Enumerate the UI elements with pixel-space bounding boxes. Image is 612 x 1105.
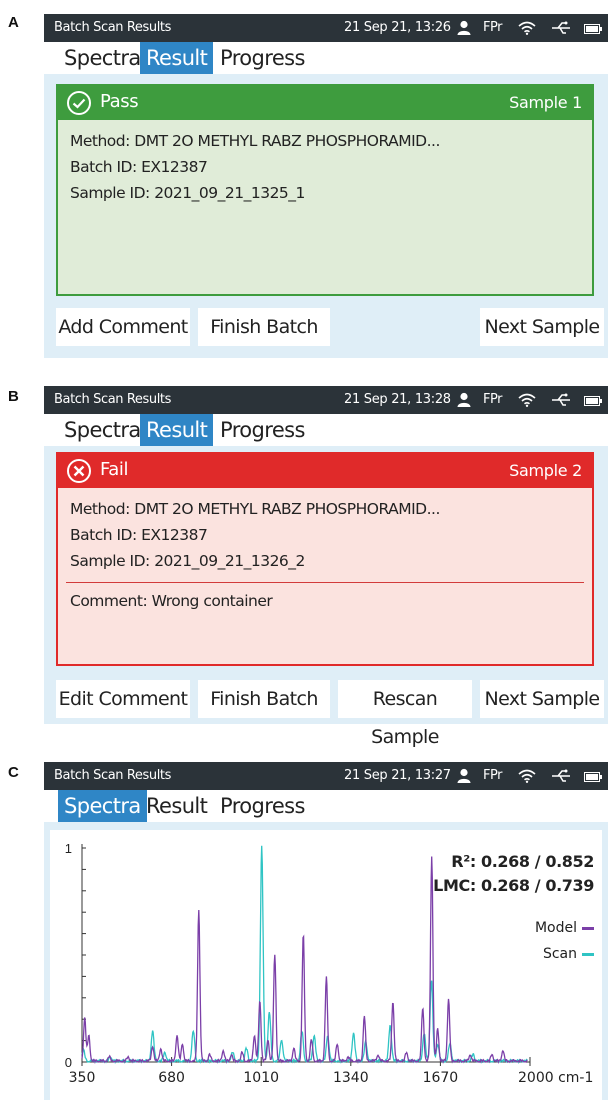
sample-number: Sample 2 <box>509 461 582 480</box>
tab-bar: Spectra Result Progress <box>44 790 608 822</box>
tab-result[interactable]: Result <box>140 414 214 446</box>
tab-bar: Spectra Result Progress <box>44 42 608 74</box>
y-tick-label: 1 <box>65 841 72 856</box>
legend-model-swatch <box>582 926 594 930</box>
user-icon <box>456 768 472 788</box>
tab-result[interactable]: Result <box>140 790 213 822</box>
device-screen-a: Batch Scan Results 21 Sep 21, 13:26 FPr … <box>44 14 608 358</box>
window-title: Batch Scan Results <box>54 768 171 783</box>
sample-number: Sample 1 <box>509 93 582 112</box>
device-screen-c: Batch Scan Results 21 Sep 21, 13:27 FPr … <box>44 762 608 1100</box>
finish-batch-button[interactable]: Finish Batch <box>198 308 330 346</box>
user-icon <box>456 392 472 412</box>
method-line: Method: DMT 2O METHYL RABZ PHOSPHORAMID.… <box>70 132 440 150</box>
tab-spectra[interactable]: Spectra <box>58 790 147 822</box>
add-comment-button[interactable]: Add Comment <box>56 308 190 346</box>
battery-icon <box>584 771 602 786</box>
tab-bar: Spectra Result Progress <box>44 414 608 446</box>
device-screen-b: Batch Scan Results 21 Sep 21, 13:28 FPr … <box>44 386 608 748</box>
user-initials: FPr <box>483 392 502 407</box>
x-tick-label: 1670 <box>423 1070 459 1086</box>
x-tick-label: 1340 <box>333 1070 369 1086</box>
tab-progress[interactable]: Progress <box>214 42 311 74</box>
x-tick-label: 680 <box>158 1070 185 1086</box>
usb-icon <box>551 393 571 411</box>
comment-line: Comment: Wrong container <box>70 592 273 610</box>
tab-spectra[interactable]: Spectra <box>58 414 147 446</box>
comment-divider <box>66 582 584 583</box>
r2-stat: R²: 0.268 / 0.852 <box>451 852 594 871</box>
result-card: Fail Sample 2 Method: DMT 2O METHYL RABZ… <box>56 452 594 666</box>
status-bar: Batch Scan Results 21 Sep 21, 13:26 FPr <box>44 14 608 42</box>
y-tick-label: 0 <box>65 1055 72 1070</box>
legend-scan: Scan <box>543 946 594 962</box>
status-time: 21 Sep 21, 13:28 <box>344 392 451 407</box>
x-tick-label: 350 <box>69 1070 96 1086</box>
x-tick-label: 2000 cm-1 <box>518 1070 593 1086</box>
window-title: Batch Scan Results <box>54 20 171 35</box>
result-status: Fail <box>100 459 129 480</box>
battery-icon <box>584 395 602 410</box>
status-time: 21 Sep 21, 13:26 <box>344 20 451 35</box>
usb-icon <box>551 769 571 787</box>
panel-letter-c: C <box>8 764 19 781</box>
finish-batch-button[interactable]: Finish Batch <box>198 680 330 718</box>
user-initials: FPr <box>483 768 502 783</box>
panel-letter-a: A <box>8 14 19 31</box>
tab-result[interactable]: Result <box>140 42 214 74</box>
status-bar: Batch Scan Results 21 Sep 21, 13:27 FPr <box>44 762 608 790</box>
result-card: Pass Sample 1 Method: DMT 2O METHYL RABZ… <box>56 84 594 296</box>
check-circle-icon <box>66 90 92 121</box>
result-details: Method: DMT 2O METHYL RABZ PHOSPHORAMID.… <box>56 488 594 666</box>
tab-progress[interactable]: Progress <box>214 414 311 446</box>
status-bar: Batch Scan Results 21 Sep 21, 13:28 FPr <box>44 386 608 414</box>
tab-spectra[interactable]: Spectra <box>58 42 147 74</box>
wifi-icon <box>518 769 536 787</box>
batch-id-line: Batch ID: EX12387 <box>70 526 208 544</box>
wifi-icon <box>518 21 536 39</box>
result-header: Fail Sample 2 <box>56 452 594 488</box>
sample-id-line: Sample ID: 2021_09_21_1325_1 <box>70 184 305 202</box>
next-sample-button[interactable]: Next Sample <box>480 308 604 346</box>
sample-id-line: Sample ID: 2021_09_21_1326_2 <box>70 552 305 570</box>
legend-model: Model <box>535 920 594 936</box>
user-icon <box>456 20 472 40</box>
legend-scan-label: Scan <box>542 946 577 962</box>
rescan-sample-button[interactable]: Rescan Sample <box>338 680 472 748</box>
legend-model-label: Model <box>534 920 577 936</box>
result-details: Method: DMT 2O METHYL RABZ PHOSPHORAMID.… <box>56 120 594 296</box>
result-status: Pass <box>100 91 139 112</box>
panel-letter-b: B <box>8 388 19 405</box>
window-title: Batch Scan Results <box>54 392 171 407</box>
method-line: Method: DMT 2O METHYL RABZ PHOSPHORAMID.… <box>70 500 440 518</box>
usb-icon <box>551 21 571 39</box>
wifi-icon <box>518 393 536 411</box>
batch-id-line: Batch ID: EX12387 <box>70 158 208 176</box>
result-header: Pass Sample 1 <box>56 84 594 120</box>
error-circle-icon <box>66 458 92 489</box>
user-initials: FPr <box>483 20 502 35</box>
tab-progress[interactable]: Progress <box>214 790 311 822</box>
edit-comment-button[interactable]: Edit Comment <box>56 680 190 718</box>
lmc-stat: LMC: 0.268 / 0.739 <box>433 876 594 895</box>
battery-icon <box>584 23 602 38</box>
next-sample-button[interactable]: Next Sample <box>480 680 604 718</box>
legend-scan-swatch <box>582 952 594 956</box>
spectra-chart-area: 0 1 350 680 1010 1340 1670 2000 cm-1 R²: 0.268 … <box>50 830 602 1100</box>
x-tick-label: 1010 <box>243 1070 279 1086</box>
status-time: 21 Sep 21, 13:27 <box>344 768 451 783</box>
